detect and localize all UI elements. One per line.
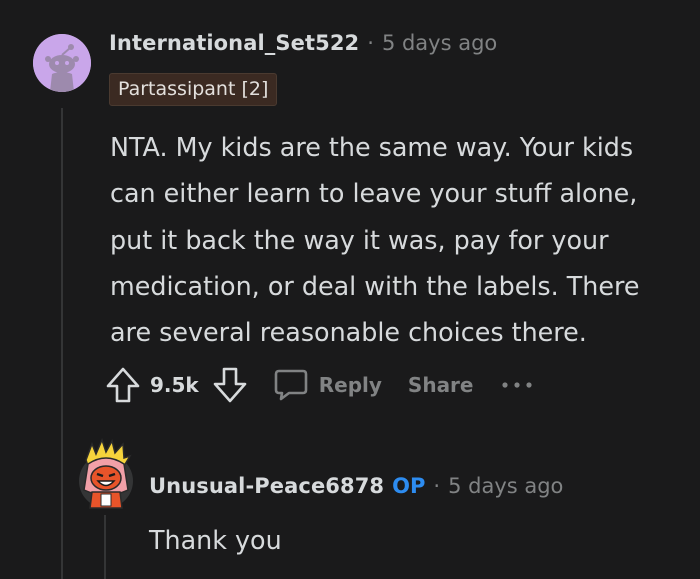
share-button[interactable]: Share — [408, 373, 474, 397]
custom-snoo-avatar-icon — [79, 437, 133, 509]
thread-line-reply[interactable] — [104, 515, 106, 579]
comment-username[interactable]: International_Set522 — [109, 31, 359, 55]
reply-username[interactable]: Unusual-Peace6878 — [149, 474, 384, 498]
comment-bubble-icon — [273, 368, 309, 402]
comment-timestamp[interactable]: 5 days ago — [382, 31, 497, 55]
more-options-button[interactable] — [500, 380, 534, 390]
reply-timestamp[interactable]: 5 days ago — [448, 474, 563, 498]
reply-button[interactable]: Reply — [273, 368, 382, 402]
user-flair: Partassipant [2] — [109, 73, 278, 106]
reply-body: Thank you — [149, 525, 282, 555]
ellipsis-icon — [501, 382, 532, 388]
op-badge: OP — [392, 474, 426, 498]
user-avatar[interactable] — [33, 34, 91, 92]
comment-body: NTA. My kids are the same way. Your kids… — [110, 132, 640, 348]
comment-meta: International_Set522 · 5 days ago — [109, 31, 497, 55]
meta-separator: · — [367, 31, 374, 55]
downvote-icon[interactable] — [211, 365, 249, 405]
reply-meta: Unusual-Peace6878 OP · 5 days ago — [149, 474, 563, 498]
snoo-avatar-icon — [33, 34, 91, 92]
reply-avatar[interactable] — [78, 437, 134, 510]
thread-line-main[interactable] — [61, 108, 63, 579]
meta-separator: · — [433, 474, 441, 498]
comment-action-bar: 9.5k Reply Share — [104, 363, 534, 407]
upvote-icon[interactable] — [104, 365, 142, 405]
reply-label: Reply — [318, 373, 382, 397]
vote-count: 9.5k — [150, 373, 199, 397]
